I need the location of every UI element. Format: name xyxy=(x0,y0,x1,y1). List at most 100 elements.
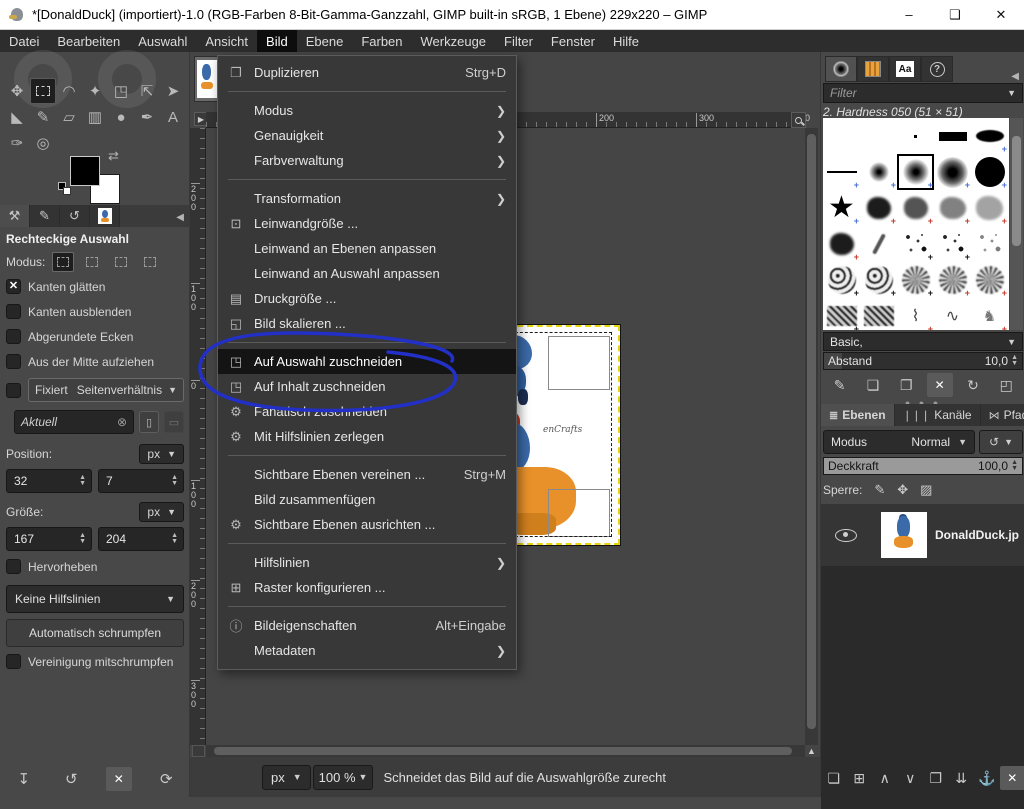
menu-item-fanatisch-zuschneiden[interactable]: ⚙Fanatisch zuschneiden xyxy=(218,399,516,424)
brush-cell[interactable]: + xyxy=(971,262,1008,298)
restore-preset-button[interactable]: ↺ xyxy=(58,767,84,791)
menu-ansicht[interactable]: Ansicht xyxy=(196,30,257,52)
highlight-checkbox[interactable] xyxy=(6,559,21,574)
open-brush-button[interactable]: ◰ xyxy=(993,373,1019,397)
brush-cell[interactable]: ★+ xyxy=(823,190,860,226)
zoom-tool-icon[interactable]: ◎ xyxy=(30,130,56,156)
brush-cell[interactable]: + xyxy=(971,118,1008,154)
duplicate-brush-button[interactable]: ❐ xyxy=(893,373,919,397)
collapse-dock-icon[interactable]: ◀ xyxy=(1011,71,1021,82)
menu-item-metadaten[interactable]: Metadaten❯ xyxy=(218,638,516,663)
menu-item-druckgrö-e-[interactable]: ▤Druckgröße ... xyxy=(218,286,516,311)
swap-colors-icon[interactable]: ⇄ xyxy=(108,148,119,164)
menu-item-raster-konfigurieren-[interactable]: ⊞Raster konfigurieren ... xyxy=(218,575,516,600)
menu-item-genauigkeit[interactable]: Genauigkeit❯ xyxy=(218,123,516,148)
menu-item-leinwand-an-auswahl-anpassen[interactable]: Leinwand an Auswahl anpassen xyxy=(218,261,516,286)
selection-rectangle[interactable] xyxy=(505,332,612,537)
vertical-scroll-thumb[interactable] xyxy=(807,134,816,729)
horizontal-scrollbar[interactable] xyxy=(206,745,805,757)
position-x-input[interactable]: 32▲▼ xyxy=(6,469,92,493)
new-layer-button[interactable]: ❏ xyxy=(821,766,847,790)
menu-item-auf-inhalt-zuschneiden[interactable]: ◳Auf Inhalt zuschneiden xyxy=(218,374,516,399)
free-select-tool-icon[interactable]: ◠ xyxy=(56,78,82,104)
brush-cell[interactable]: + xyxy=(823,226,860,262)
brush-cell[interactable]: + xyxy=(860,190,897,226)
auto-shrink-button[interactable]: Automatisch schrumpfen xyxy=(6,619,184,647)
zoom-dropdown[interactable]: 100 %▼ xyxy=(313,765,374,790)
mode-reset-button[interactable]: ↺ ▼ xyxy=(979,430,1023,454)
brush-cell[interactable]: + xyxy=(897,154,934,190)
lower-layer-button[interactable]: ∨ xyxy=(898,766,924,790)
brush-cell[interactable] xyxy=(860,118,897,154)
brush-cell[interactable]: + xyxy=(897,262,934,298)
brush-cell[interactable]: + xyxy=(934,190,971,226)
paintbrush-tool-icon[interactable]: ✎ xyxy=(30,104,56,130)
brush-cell[interactable] xyxy=(934,118,971,154)
brush-cell[interactable] xyxy=(897,118,934,154)
quick-mask-button[interactable] xyxy=(192,745,205,757)
brush-group-dropdown[interactable]: Basic,▼ xyxy=(823,332,1023,351)
menu-ebene[interactable]: Ebene xyxy=(297,30,353,52)
horizontal-scroll-thumb[interactable] xyxy=(214,747,792,755)
layer-mode-dropdown[interactable]: Modus Normal ▼ xyxy=(823,430,975,454)
layer-row[interactable]: DonaldDuck.jp xyxy=(821,504,1024,566)
mode-intersect-button[interactable] xyxy=(139,252,161,272)
menu-item-mit-hilfslinien-zerlegen[interactable]: ⚙Mit Hilfslinien zerlegen xyxy=(218,424,516,449)
brush-cell[interactable] xyxy=(860,226,897,262)
refresh-brushes-button[interactable]: ↻ xyxy=(960,373,986,397)
position-unit-dropdown[interactable]: px▼ xyxy=(139,444,184,464)
clone-tool-icon[interactable]: ▥ xyxy=(82,104,108,130)
maximize-button[interactable]: ❑ xyxy=(932,0,978,29)
menu-item-farbverwaltung[interactable]: Farbverwaltung❯ xyxy=(218,148,516,173)
brush-cell[interactable] xyxy=(971,226,1008,262)
mode-replace-button[interactable] xyxy=(52,252,74,272)
menu-item-leinwandgrö-e-[interactable]: ⊡Leinwandgröße ... xyxy=(218,211,516,236)
lock-position-icon[interactable]: ✥ xyxy=(897,482,908,498)
shrink-merged-checkbox[interactable] xyxy=(6,654,21,669)
menu-item-sichtbare-ebenen-vereinen-[interactable]: Sichtbare Ebenen vereinen ...Strg+M xyxy=(218,462,516,487)
color-picker-tool-icon[interactable]: ✑ xyxy=(4,130,30,156)
duplicate-layer-button[interactable]: ❐ xyxy=(923,766,949,790)
menu-item-duplizieren[interactable]: ❐DuplizierenStrg+D xyxy=(218,60,516,85)
brush-grid[interactable]: ++++++★++++++++++++++⌇+∿♞+ xyxy=(823,118,1009,330)
warp-tool-icon[interactable]: ➤ xyxy=(160,78,186,104)
collapse-dock-icon[interactable]: ◀ xyxy=(176,212,190,227)
zoom-follow-window-button[interactable] xyxy=(791,112,806,128)
brush-cell[interactable]: + xyxy=(934,226,971,262)
layers-tab[interactable]: ≣Ebenen xyxy=(821,404,895,426)
new-group-button[interactable]: ⊞ xyxy=(847,766,873,790)
navigation-button[interactable]: ▲ xyxy=(805,745,818,757)
visibility-eye-icon[interactable] xyxy=(835,529,857,542)
checkbox[interactable] xyxy=(6,304,21,319)
edit-brush-button[interactable]: ✎ xyxy=(827,373,853,397)
brush-cell[interactable]: ♞+ xyxy=(971,298,1008,330)
checkbox[interactable]: ✕ xyxy=(6,279,21,294)
crop-tool-icon[interactable]: ◳ xyxy=(108,78,134,104)
mode-add-button[interactable] xyxy=(81,252,103,272)
position-y-input[interactable]: 7▲▼ xyxy=(98,469,184,493)
brush-cell[interactable]: + xyxy=(897,190,934,226)
menu-item-sichtbare-ebenen-ausrichten-[interactable]: ⚙Sichtbare Ebenen ausrichten ... xyxy=(218,512,516,537)
guides-dropdown[interactable]: Keine Hilfslinien▼ xyxy=(6,585,184,613)
mode-subtract-button[interactable] xyxy=(110,252,132,272)
brush-cell[interactable]: + xyxy=(823,154,860,190)
device-status-tab[interactable]: ✎ xyxy=(30,205,60,227)
anchor-layer-button[interactable]: ⚓ xyxy=(974,766,1000,790)
raise-layer-button[interactable]: ∧ xyxy=(872,766,898,790)
brush-cell[interactable]: + xyxy=(823,298,860,330)
text-tool-icon[interactable]: A xyxy=(160,104,186,130)
menu-farben[interactable]: Farben xyxy=(352,30,411,52)
paths-tab[interactable]: ⋈Pfade xyxy=(981,404,1024,426)
delete-brush-button[interactable]: ✕ xyxy=(927,373,953,397)
menu-item-leinwand-an-ebenen-anpassen[interactable]: Leinwand an Ebenen anpassen xyxy=(218,236,516,261)
undo-history-tab[interactable]: ↺ xyxy=(60,205,90,227)
brush-filter-input[interactable]: Filter▼ xyxy=(823,83,1023,103)
vertical-ruler[interactable]: 2001000100200300 xyxy=(190,128,206,745)
eraser-tool-icon[interactable]: ▱ xyxy=(56,104,82,130)
menu-bild[interactable]: Bild xyxy=(257,30,297,52)
brushes-tab[interactable] xyxy=(825,56,857,82)
brush-cell[interactable]: ∿ xyxy=(934,298,971,330)
foreground-color-swatch[interactable] xyxy=(70,156,100,186)
menu-fenster[interactable]: Fenster xyxy=(542,30,604,52)
vertical-scrollbar[interactable] xyxy=(805,128,818,745)
